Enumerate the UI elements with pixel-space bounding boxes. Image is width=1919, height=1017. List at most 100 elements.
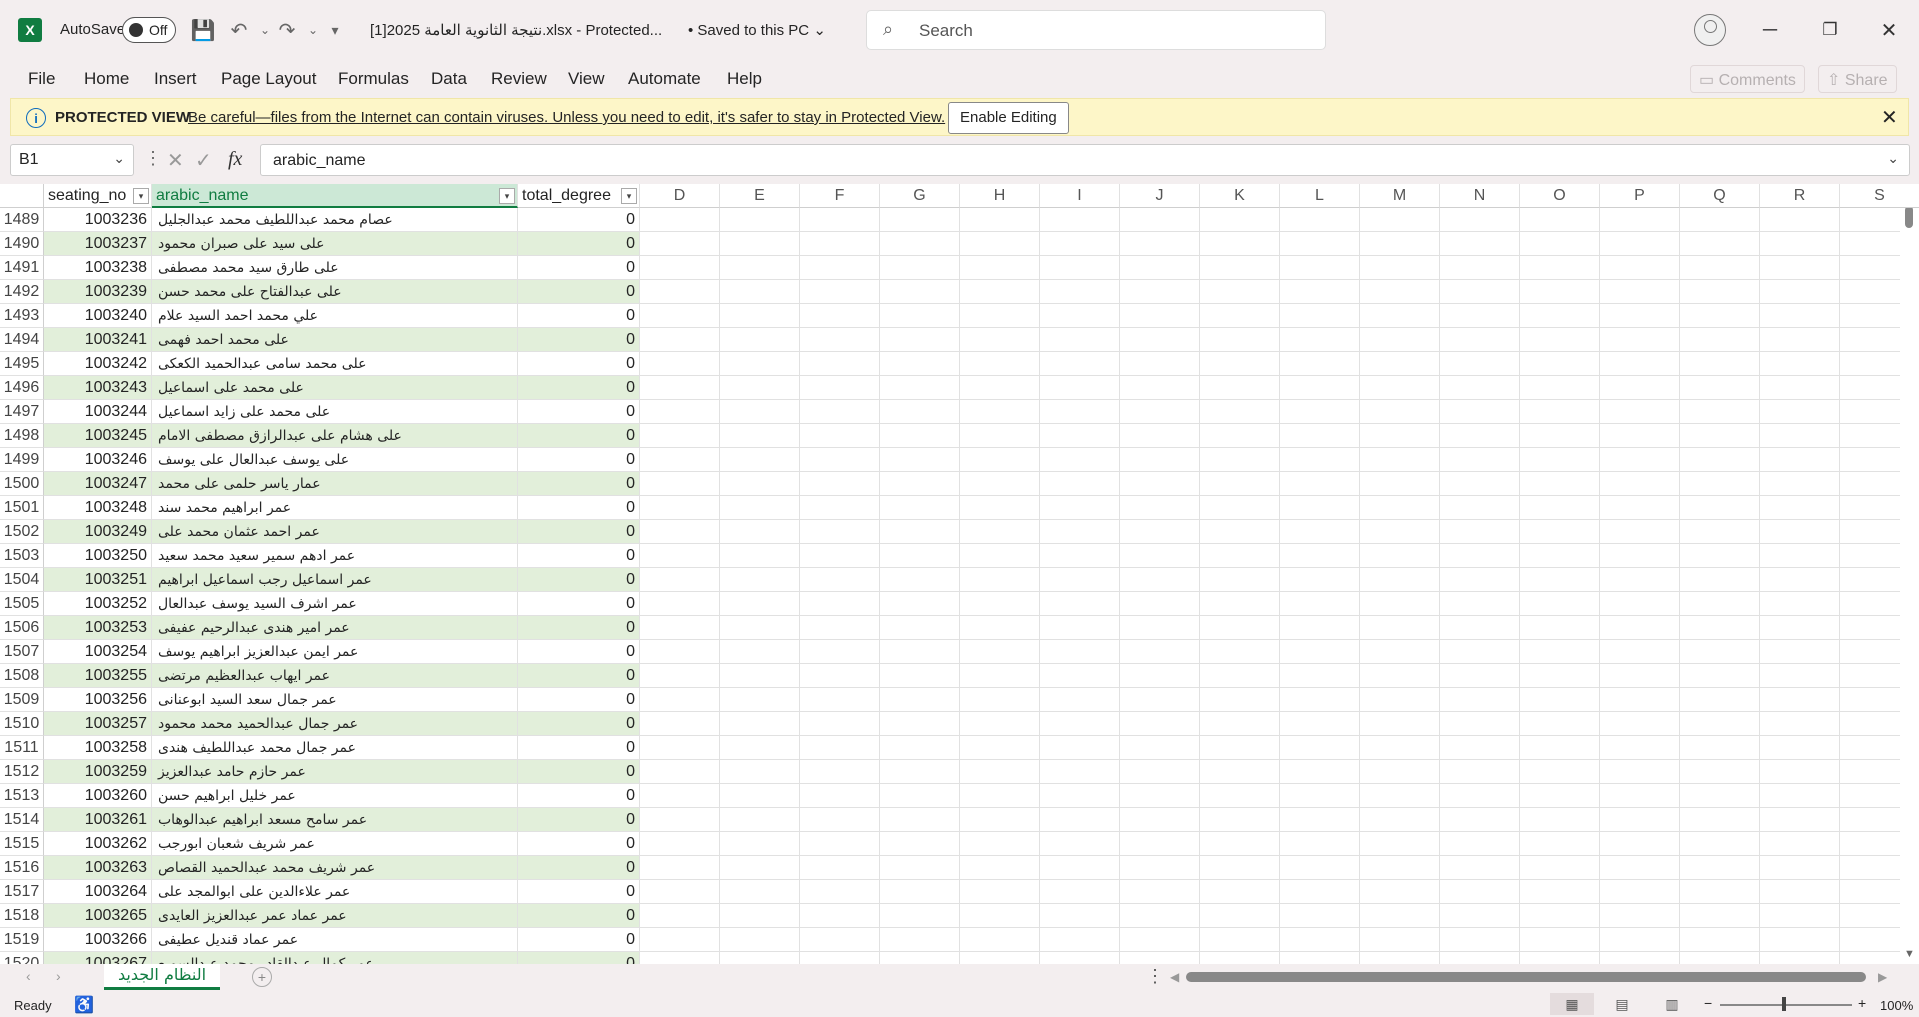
cell-arabic-name[interactable]: عمر علاءالدين على ابوالمجد على <box>152 880 518 904</box>
cell-arabic-name[interactable]: على محمد احمد فهمى <box>152 328 518 352</box>
row-header[interactable]: 1489 <box>0 208 44 232</box>
column-header[interactable]: D <box>640 184 720 208</box>
menu-review[interactable]: Review <box>491 69 547 89</box>
cell-arabic-name[interactable]: عصام محمد عبداللطيف محمد عبدالجليل <box>152 208 518 232</box>
page-layout-view-icon[interactable]: ▤ <box>1600 993 1644 1015</box>
undo-icon[interactable]: ↶ <box>226 17 252 43</box>
more-options-icon[interactable]: ⋮ <box>1146 966 1164 987</box>
row-header[interactable]: 1498 <box>0 424 44 448</box>
row-header[interactable]: 1495 <box>0 352 44 376</box>
zoom-out-icon[interactable]: − <box>1704 995 1712 1011</box>
filter-dropdown-icon[interactable]: ▾ <box>133 188 149 204</box>
cell-total-degree[interactable]: 0 <box>518 856 640 880</box>
cell-total-degree[interactable]: 0 <box>518 688 640 712</box>
column-header[interactable]: R <box>1760 184 1840 208</box>
insert-function-icon[interactable]: fx <box>228 148 242 171</box>
menu-insert[interactable]: Insert <box>154 69 197 89</box>
cancel-icon[interactable]: ✕ <box>167 148 184 173</box>
column-header[interactable]: O <box>1520 184 1600 208</box>
close-icon[interactable]: ✕ <box>1874 15 1904 45</box>
cell-arabic-name[interactable]: عمر ايمن عبدالعزيز ابراهيم يوسف <box>152 640 518 664</box>
cell-seating-no[interactable]: 1003263 <box>44 856 152 880</box>
cell-seating-no[interactable]: 1003248 <box>44 496 152 520</box>
cell-arabic-name[interactable]: علي محمد احمد السيد علام <box>152 304 518 328</box>
column-header[interactable]: E <box>720 184 800 208</box>
cell-total-degree[interactable]: 0 <box>518 640 640 664</box>
enable-editing-button[interactable]: Enable Editing <box>948 102 1069 134</box>
cell-total-degree[interactable]: 0 <box>518 544 640 568</box>
row-header[interactable]: 1501 <box>0 496 44 520</box>
cell-arabic-name[interactable]: عمر ادهم سمير سعيد محمد سعيد <box>152 544 518 568</box>
cell-arabic-name[interactable]: عمر جمال عبدالحميد محمد محمود <box>152 712 518 736</box>
cell-total-degree[interactable]: 0 <box>518 256 640 280</box>
row-header[interactable]: 1506 <box>0 616 44 640</box>
cell-seating-no[interactable]: 1003265 <box>44 904 152 928</box>
sheet-tab-active[interactable]: النظام الجديد <box>104 964 220 990</box>
row-header[interactable]: 1493 <box>0 304 44 328</box>
name-box[interactable]: B1 ⌄ <box>10 144 134 176</box>
cell-total-degree[interactable]: 0 <box>518 784 640 808</box>
comments-button[interactable]: ▭ Comments <box>1690 65 1805 93</box>
row-header[interactable]: 1514 <box>0 808 44 832</box>
zoom-slider-thumb[interactable] <box>1782 997 1786 1011</box>
cell-arabic-name[interactable]: على طارق سيد محمد مصطفى <box>152 256 518 280</box>
cell-seating-no[interactable]: 1003237 <box>44 232 152 256</box>
cell-seating-no[interactable]: 1003239 <box>44 280 152 304</box>
row-header[interactable]: 1511 <box>0 736 44 760</box>
cell-arabic-name[interactable]: عمر سامح مسعد ابراهيم عبدالوهاب <box>152 808 518 832</box>
next-sheet-icon[interactable]: › <box>56 968 61 984</box>
filter-dropdown-icon[interactable]: ▾ <box>621 188 637 204</box>
cell-seating-no[interactable]: 1003250 <box>44 544 152 568</box>
scroll-right-arrow-icon[interactable]: ▶ <box>1878 970 1887 984</box>
horizontal-scrollbar[interactable] <box>1186 972 1866 982</box>
column-header[interactable]: L <box>1280 184 1360 208</box>
row-header[interactable]: 1513 <box>0 784 44 808</box>
column-header[interactable]: S <box>1840 184 1919 208</box>
cell-arabic-name[interactable]: عمر جمال محمد عبداللطيف هندى <box>152 736 518 760</box>
menu-formulas[interactable]: Formulas <box>338 69 409 89</box>
row-header[interactable]: 1504 <box>0 568 44 592</box>
save-icon[interactable]: 💾 <box>190 17 216 43</box>
row-header[interactable]: 1490 <box>0 232 44 256</box>
row-header[interactable]: 1492 <box>0 280 44 304</box>
row-header[interactable]: 1502 <box>0 520 44 544</box>
cell-seating-no[interactable]: 1003241 <box>44 328 152 352</box>
column-header[interactable]: P <box>1600 184 1680 208</box>
customize-toolbar-icon[interactable]: ▾ <box>322 17 348 43</box>
row-header[interactable]: 1509 <box>0 688 44 712</box>
cell-total-degree[interactable]: 0 <box>518 880 640 904</box>
cell-seating-no[interactable]: 1003238 <box>44 256 152 280</box>
cell-arabic-name[interactable]: عمر عماد قنديل عطيفى <box>152 928 518 952</box>
row-header[interactable]: 1515 <box>0 832 44 856</box>
row-header[interactable]: 1494 <box>0 328 44 352</box>
cell-seating-no[interactable]: 1003253 <box>44 616 152 640</box>
column-header[interactable]: K <box>1200 184 1280 208</box>
column-header[interactable]: N <box>1440 184 1520 208</box>
row-header[interactable]: 1496 <box>0 376 44 400</box>
cell-seating-no[interactable]: 1003260 <box>44 784 152 808</box>
restore-icon[interactable]: ❐ <box>1815 15 1845 45</box>
close-icon[interactable]: ✕ <box>1881 105 1898 130</box>
cell-seating-no[interactable]: 1003264 <box>44 880 152 904</box>
chevron-down-icon[interactable]: ⌄ <box>1887 150 1899 167</box>
redo-icon[interactable]: ↷ <box>274 17 300 43</box>
column-header[interactable]: F <box>800 184 880 208</box>
row-header[interactable]: 1500 <box>0 472 44 496</box>
cell-total-degree[interactable]: 0 <box>518 520 640 544</box>
zoom-level[interactable]: 100% <box>1880 998 1913 1013</box>
column-header-seating-no[interactable]: seating_no ▾ <box>44 184 152 208</box>
cell-seating-no[interactable]: 1003254 <box>44 640 152 664</box>
cell-total-degree[interactable]: 0 <box>518 832 640 856</box>
cell-arabic-name[interactable]: على محمد على زايد اسماعيل <box>152 400 518 424</box>
column-header-total-degree[interactable]: total_degree ▾ <box>518 184 640 208</box>
formula-input[interactable]: arabic_name ⌄ <box>260 144 1910 176</box>
autosave-toggle[interactable]: Off <box>122 17 176 43</box>
cell-arabic-name[interactable]: عمر شريف محمد عبدالحميد القصاص <box>152 856 518 880</box>
cell-total-degree[interactable]: 0 <box>518 736 640 760</box>
cell-total-degree[interactable]: 0 <box>518 472 640 496</box>
menu-automate[interactable]: Automate <box>628 69 701 89</box>
cell-arabic-name[interactable]: عمر عماد عمر عبدالعزيز العايدى <box>152 904 518 928</box>
cell-seating-no[interactable]: 1003256 <box>44 688 152 712</box>
row-header[interactable]: 1497 <box>0 400 44 424</box>
column-header[interactable]: I <box>1040 184 1120 208</box>
